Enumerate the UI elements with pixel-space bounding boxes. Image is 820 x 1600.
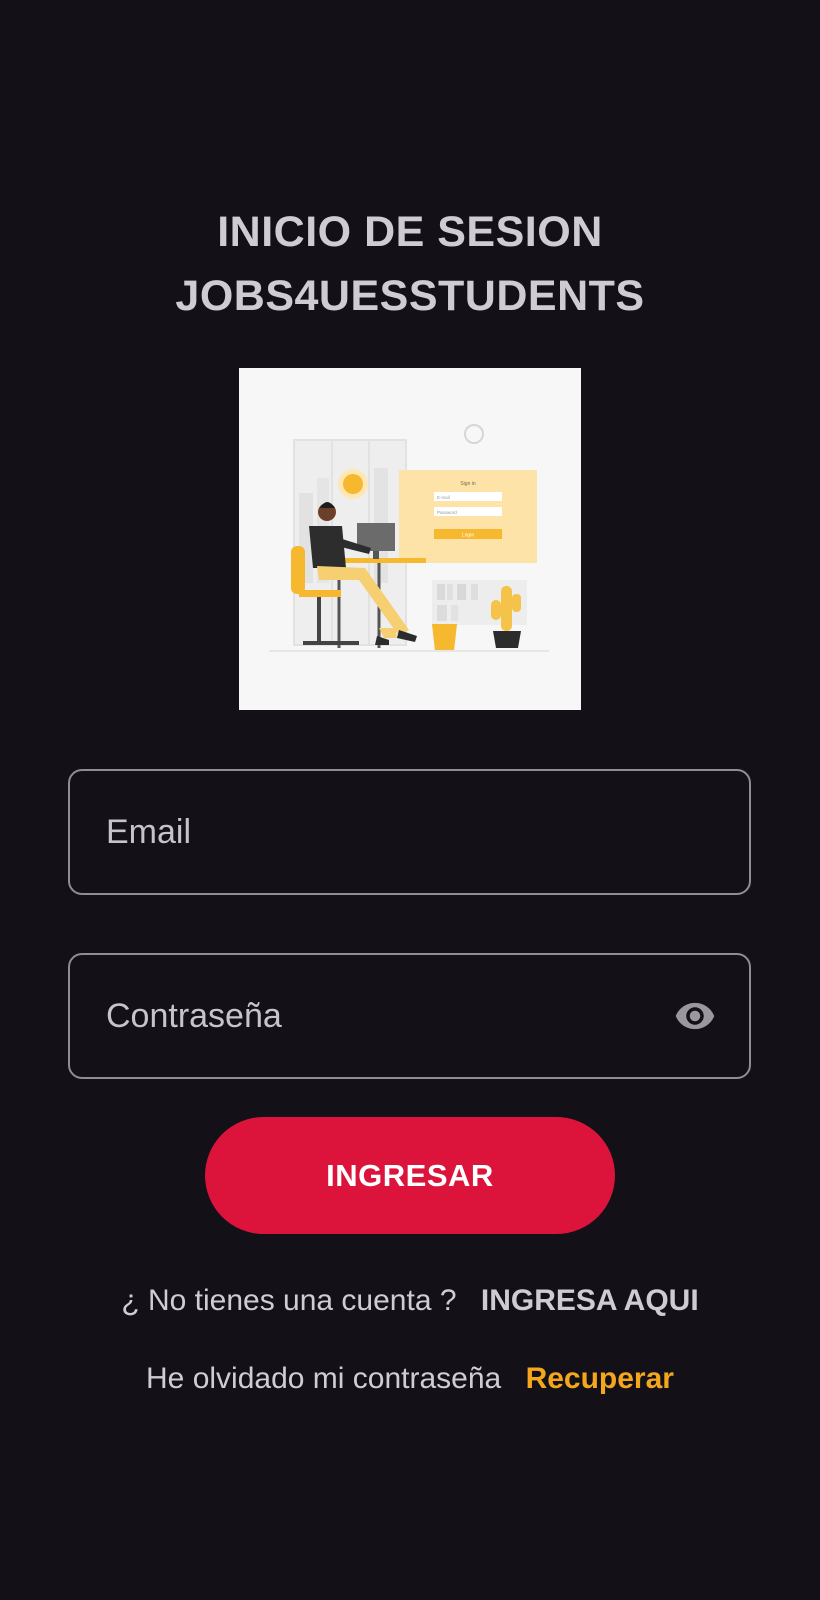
page-title: INICIO DE SESION [217, 208, 603, 256]
email-input[interactable] [106, 771, 666, 893]
recover-prompt: He olvidado mi contraseña [146, 1362, 502, 1395]
password-input[interactable] [106, 955, 666, 1077]
register-row: ¿ No tienes una cuenta ? INGRESA AQUI [0, 1284, 820, 1318]
email-field[interactable] [68, 769, 751, 895]
recover-row: He olvidado mi contraseña Recuperar [0, 1362, 820, 1396]
login-illustration: Sign in E-mail Password Login [239, 368, 581, 710]
eye-icon[interactable] [669, 995, 721, 1037]
illustration-form-title: Sign in [460, 481, 476, 487]
illustration-email-label: E-mail [437, 495, 450, 500]
login-button[interactable]: INGRESAR [205, 1117, 615, 1234]
register-prompt: ¿ No tienes una cuenta ? [121, 1284, 457, 1317]
password-field[interactable] [68, 953, 751, 1079]
app-name: JOBS4UESSTUDENTS [175, 272, 645, 320]
recover-link[interactable]: Recuperar [526, 1362, 674, 1395]
illustration-password-label: Password [437, 510, 457, 515]
register-link[interactable]: INGRESA AQUI [481, 1284, 699, 1317]
illustration-login-label: Login [462, 533, 474, 539]
